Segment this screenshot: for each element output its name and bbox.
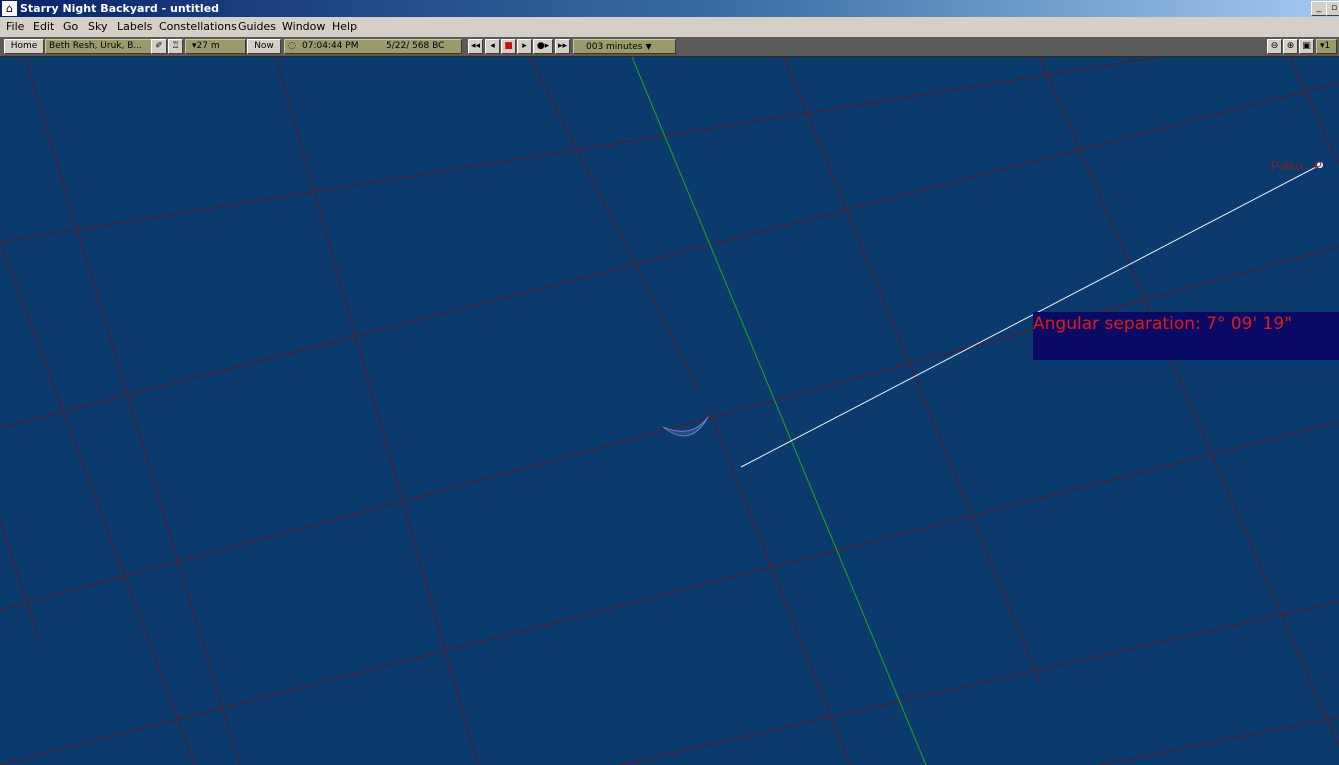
star-label-suffix: P xyxy=(1314,159,1323,173)
angular-separation-text: Angular separation: 7° 09' 19" xyxy=(1033,314,1293,334)
play-icon[interactable]: ▸ xyxy=(517,39,532,54)
grid-line xyxy=(1099,716,1339,765)
grid-line xyxy=(707,406,851,765)
menu-sky[interactable]: Sky xyxy=(88,20,107,33)
step-forward-icon[interactable]: ▸▸ xyxy=(555,39,570,54)
window-title: Starry Night Backyard - untitled xyxy=(20,2,220,15)
sky-canvas[interactable] xyxy=(0,57,1339,765)
time-date-field[interactable]: ◌ 07:04:44 PM 5/22/ 568 BC xyxy=(284,39,462,54)
grid-line xyxy=(1289,57,1339,166)
menu-edit[interactable]: Edit xyxy=(33,20,54,33)
control-toolbar: Home Beth Resh, Uruk, B... ✐ ♖ ▾27 m Now… xyxy=(0,37,1339,57)
home-button[interactable]: Home xyxy=(4,39,44,54)
viewpoint-icon[interactable]: ✐ xyxy=(151,39,167,54)
menu-go[interactable]: Go xyxy=(63,20,78,33)
zoom-field[interactable]: ▾1 xyxy=(1316,39,1337,54)
pollux-label[interactable]: Pollux P xyxy=(1271,159,1322,173)
rewind-icon[interactable]: ◂◂ xyxy=(468,39,483,54)
menu-labels[interactable]: Labels xyxy=(117,20,152,33)
stop-icon[interactable]: ■ xyxy=(501,39,516,54)
grid-line xyxy=(275,57,479,765)
play-fast-icon[interactable]: ●▸ xyxy=(533,39,553,54)
clock-icon: ◌ xyxy=(288,41,296,51)
moon-crescent-icon[interactable] xyxy=(662,416,709,437)
menu-guides[interactable]: Guides xyxy=(238,20,276,33)
grid-line xyxy=(24,57,241,765)
timestep-field[interactable]: 003 minutes ▼ xyxy=(573,39,676,54)
date-text[interactable]: 5/22/ 568 BC xyxy=(386,40,444,53)
zoom-in-icon[interactable]: ⊕ xyxy=(1283,39,1298,54)
grid-line xyxy=(0,420,701,611)
elevation-field[interactable]: ▾27 m xyxy=(185,39,246,54)
timestep-text: 003 minutes xyxy=(586,42,643,52)
step-back-icon[interactable]: ◂ xyxy=(485,39,500,54)
menu-constellations[interactable]: Constellations xyxy=(159,20,237,33)
timestep-dropdown-icon: ▼ xyxy=(645,42,652,51)
zoom-fit-icon[interactable]: ▣ xyxy=(1299,39,1314,54)
app-telescope-icon[interactable]: ⌂ xyxy=(2,1,17,16)
menu-file[interactable]: File xyxy=(6,20,24,33)
time-text[interactable]: 07:04:44 PM xyxy=(302,40,358,53)
grid-line xyxy=(0,57,1161,243)
menu-help[interactable]: Help xyxy=(332,20,357,33)
grid-line xyxy=(619,601,1339,765)
minimize-button[interactable]: _ xyxy=(1311,1,1327,16)
observer-icon[interactable]: ♖ xyxy=(168,39,183,54)
menu-window[interactable]: Window xyxy=(282,20,325,33)
grid-line xyxy=(0,421,1339,765)
grid-line xyxy=(783,57,1041,683)
meridian-line xyxy=(631,57,927,765)
grid-line xyxy=(0,519,41,643)
grid-line xyxy=(0,240,196,765)
sky-view[interactable]: Pollux P Angular separation: 7° 09' 19" xyxy=(0,57,1339,765)
grid-line xyxy=(529,57,701,393)
menu-bar: File Edit Go Sky Labels Constellations G… xyxy=(0,17,1339,37)
coordinate-grid xyxy=(0,57,1339,765)
now-button[interactable]: Now xyxy=(247,39,281,54)
restore-button[interactable]: ▫ xyxy=(1326,1,1339,16)
angular-separation-panel: Angular separation: 7° 09' 19" xyxy=(1033,312,1339,360)
title-bar[interactable]: ⌂ Starry Night Backyard - untitled _ ▫ xyxy=(0,0,1339,17)
star-name: Pollux xyxy=(1271,159,1304,173)
zoom-out-icon[interactable]: ⊖ xyxy=(1267,39,1282,54)
location-field[interactable]: Beth Resh, Uruk, B... xyxy=(45,39,152,54)
